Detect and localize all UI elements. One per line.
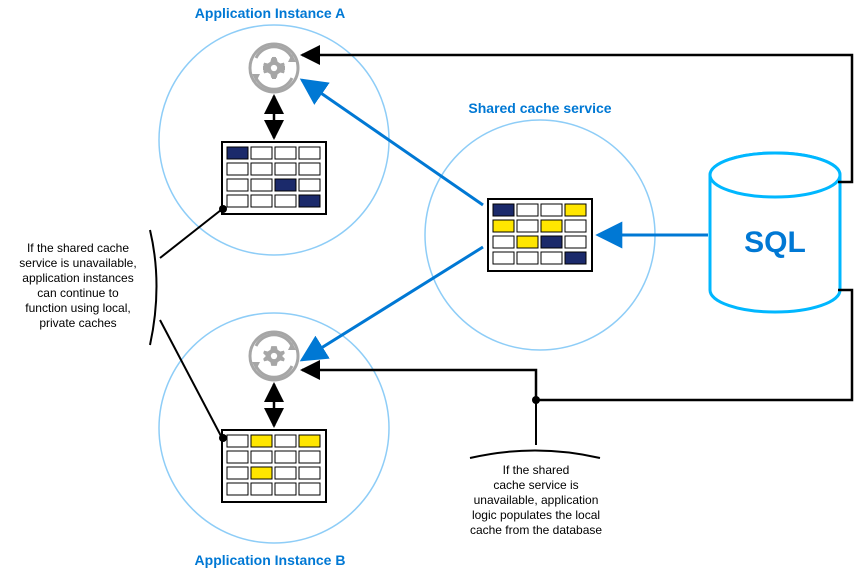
svg-text:function using local,: function using local, [25, 301, 130, 315]
note-bottom: If the shared cache service is unavailab… [470, 463, 602, 537]
svg-text:cache service is: cache service is [493, 478, 578, 492]
shared-cache-label: Shared cache service [468, 100, 611, 116]
gear-icon-b [250, 332, 298, 380]
architecture-diagram: SQL [0, 0, 862, 575]
arrow-shared-to-b [302, 247, 483, 360]
svg-text:service is unavailable,: service is unavailable, [19, 256, 136, 270]
svg-text:application instances: application instances [22, 271, 133, 285]
gear-icon-a [250, 44, 298, 92]
svg-text:logic populates the local: logic populates the local [472, 508, 600, 522]
table-b [222, 430, 326, 502]
app-a-label: Application Instance A [195, 5, 345, 21]
note-left: If the shared cache service is unavailab… [19, 241, 136, 330]
sql-label: SQL [744, 226, 806, 259]
svg-text:can continue to: can continue to [37, 286, 119, 300]
svg-text:If the shared cache: If the shared cache [27, 241, 129, 255]
table-a [222, 142, 326, 214]
svg-text:If the shared: If the shared [503, 463, 570, 477]
svg-text:cache from the database: cache from the database [470, 523, 602, 537]
app-b-label: Application Instance B [195, 552, 346, 568]
svg-text:unavailable, application: unavailable, application [474, 493, 599, 507]
bottom-bracket [470, 451, 600, 459]
svg-text:private caches: private caches [39, 316, 116, 330]
table-shared [488, 199, 592, 271]
arrow-shared-to-a [302, 80, 483, 205]
left-bracket [150, 230, 157, 345]
